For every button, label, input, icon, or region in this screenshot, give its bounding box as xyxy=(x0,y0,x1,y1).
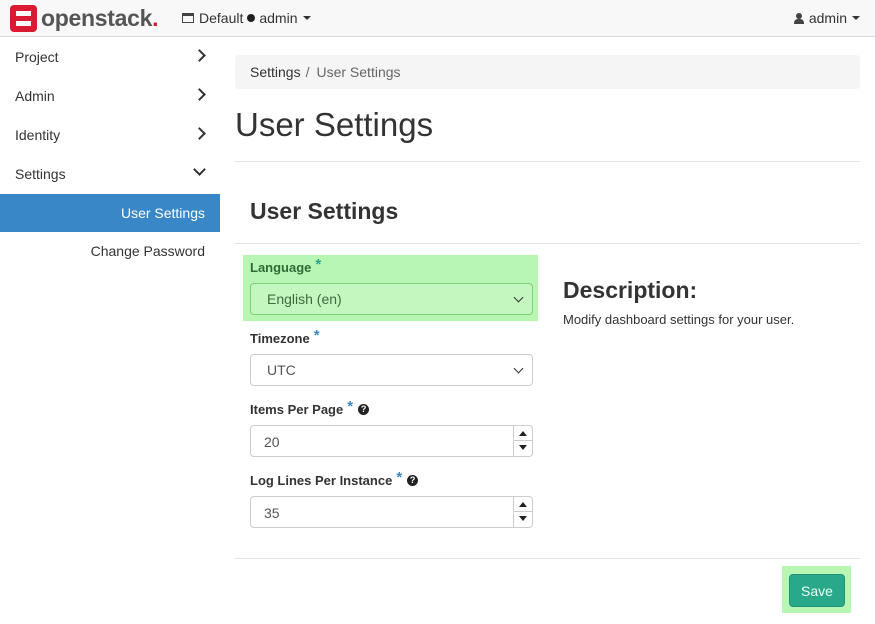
sidebar-item-label: Settings xyxy=(15,165,66,182)
openstack-logo[interactable]: openstack. xyxy=(10,4,158,32)
breadcrumb: Settings / User Settings xyxy=(235,55,860,89)
timezone-label-text: Timezone xyxy=(250,331,310,346)
required-marker: * xyxy=(315,256,322,273)
chevron-right-icon xyxy=(193,127,206,140)
page-title: User Settings xyxy=(235,106,434,143)
help-icon[interactable]: ? xyxy=(358,404,370,415)
description-title: Description: xyxy=(563,277,698,303)
chevron-down-icon xyxy=(193,163,206,176)
timezone-select[interactable]: UTC xyxy=(250,354,533,386)
sidebar-item-label: Admin xyxy=(15,87,55,104)
items-per-page-value: 20 xyxy=(264,434,280,450)
save-button[interactable]: Save xyxy=(789,574,845,607)
items-per-page-label-text: Items Per Page xyxy=(250,402,344,417)
divider xyxy=(235,161,860,162)
sidebar-item-identity[interactable]: Identity xyxy=(0,115,220,154)
user-menu[interactable]: admin xyxy=(793,10,860,26)
number-spinner xyxy=(513,426,532,456)
sidebar-item-label: Identity xyxy=(15,126,61,143)
items-per-page-label: Items Per Page * ? xyxy=(250,398,370,418)
decrement-arrow-icon[interactable] xyxy=(514,512,532,527)
chevron-down-icon xyxy=(513,292,524,303)
user-icon xyxy=(793,12,804,24)
required-marker: * xyxy=(313,327,320,344)
timezone-select-value: UTC xyxy=(267,362,296,378)
sidebar: Project Admin Identity Settings User Set… xyxy=(0,37,220,624)
project-list-icon xyxy=(182,13,194,23)
breadcrumb-separator: / xyxy=(305,64,310,80)
breadcrumb-current: User Settings xyxy=(316,64,401,80)
log-lines-label: Log Lines Per Instance * ? xyxy=(250,469,419,489)
breadcrumb-link-settings[interactable]: Settings xyxy=(250,64,301,80)
brand-name: openstack. xyxy=(41,4,159,31)
divider xyxy=(235,558,860,559)
number-spinner xyxy=(513,497,532,527)
language-label: Language * xyxy=(250,256,322,276)
required-marker: * xyxy=(347,398,354,415)
language-select-value: English (en) xyxy=(267,291,342,307)
sidebar-subitem-label: User Settings xyxy=(120,205,205,221)
separator-dot-icon xyxy=(247,14,256,22)
decrement-arrow-icon[interactable] xyxy=(514,441,532,456)
log-lines-value: 35 xyxy=(264,505,280,521)
log-lines-input[interactable]: 35 xyxy=(250,496,533,528)
required-marker: * xyxy=(396,469,403,486)
language-label-text: Language xyxy=(250,260,312,275)
top-navbar: openstack. Default admin admin xyxy=(0,0,875,37)
caret-down-icon xyxy=(852,16,860,20)
timezone-label: Timezone * xyxy=(250,327,320,347)
caret-down-icon xyxy=(302,16,311,20)
sidebar-item-settings[interactable]: Settings xyxy=(0,154,220,193)
divider xyxy=(235,243,860,244)
openstack-logo-icon xyxy=(10,4,37,32)
increment-arrow-icon[interactable] xyxy=(514,497,532,512)
sidebar-item-label: Project xyxy=(15,48,59,65)
increment-arrow-icon[interactable] xyxy=(514,426,532,441)
chevron-right-icon xyxy=(193,49,206,62)
sidebar-subitem-user-settings[interactable]: User Settings xyxy=(0,194,220,232)
project-switcher[interactable]: Default admin xyxy=(182,10,311,26)
language-select[interactable]: English (en) xyxy=(250,283,533,315)
chevron-down-icon xyxy=(513,363,524,374)
sidebar-subitem-change-password[interactable]: Change Password xyxy=(0,232,220,270)
chevron-right-icon xyxy=(193,88,206,101)
sidebar-item-admin[interactable]: Admin xyxy=(0,76,220,115)
project-name: admin xyxy=(259,10,298,26)
sidebar-item-project[interactable]: Project xyxy=(0,37,220,76)
sidebar-subitem-label: Change Password xyxy=(90,243,205,259)
log-lines-label-text: Log Lines Per Instance xyxy=(250,473,393,488)
user-name: admin xyxy=(808,10,847,26)
brand-dot: . xyxy=(152,4,159,31)
form-title: User Settings xyxy=(250,198,399,224)
items-per-page-input[interactable]: 20 xyxy=(250,425,533,457)
help-icon[interactable]: ? xyxy=(407,475,419,486)
domain-name: Default xyxy=(199,10,244,26)
description-text: Modify dashboard settings for your user. xyxy=(563,312,795,327)
